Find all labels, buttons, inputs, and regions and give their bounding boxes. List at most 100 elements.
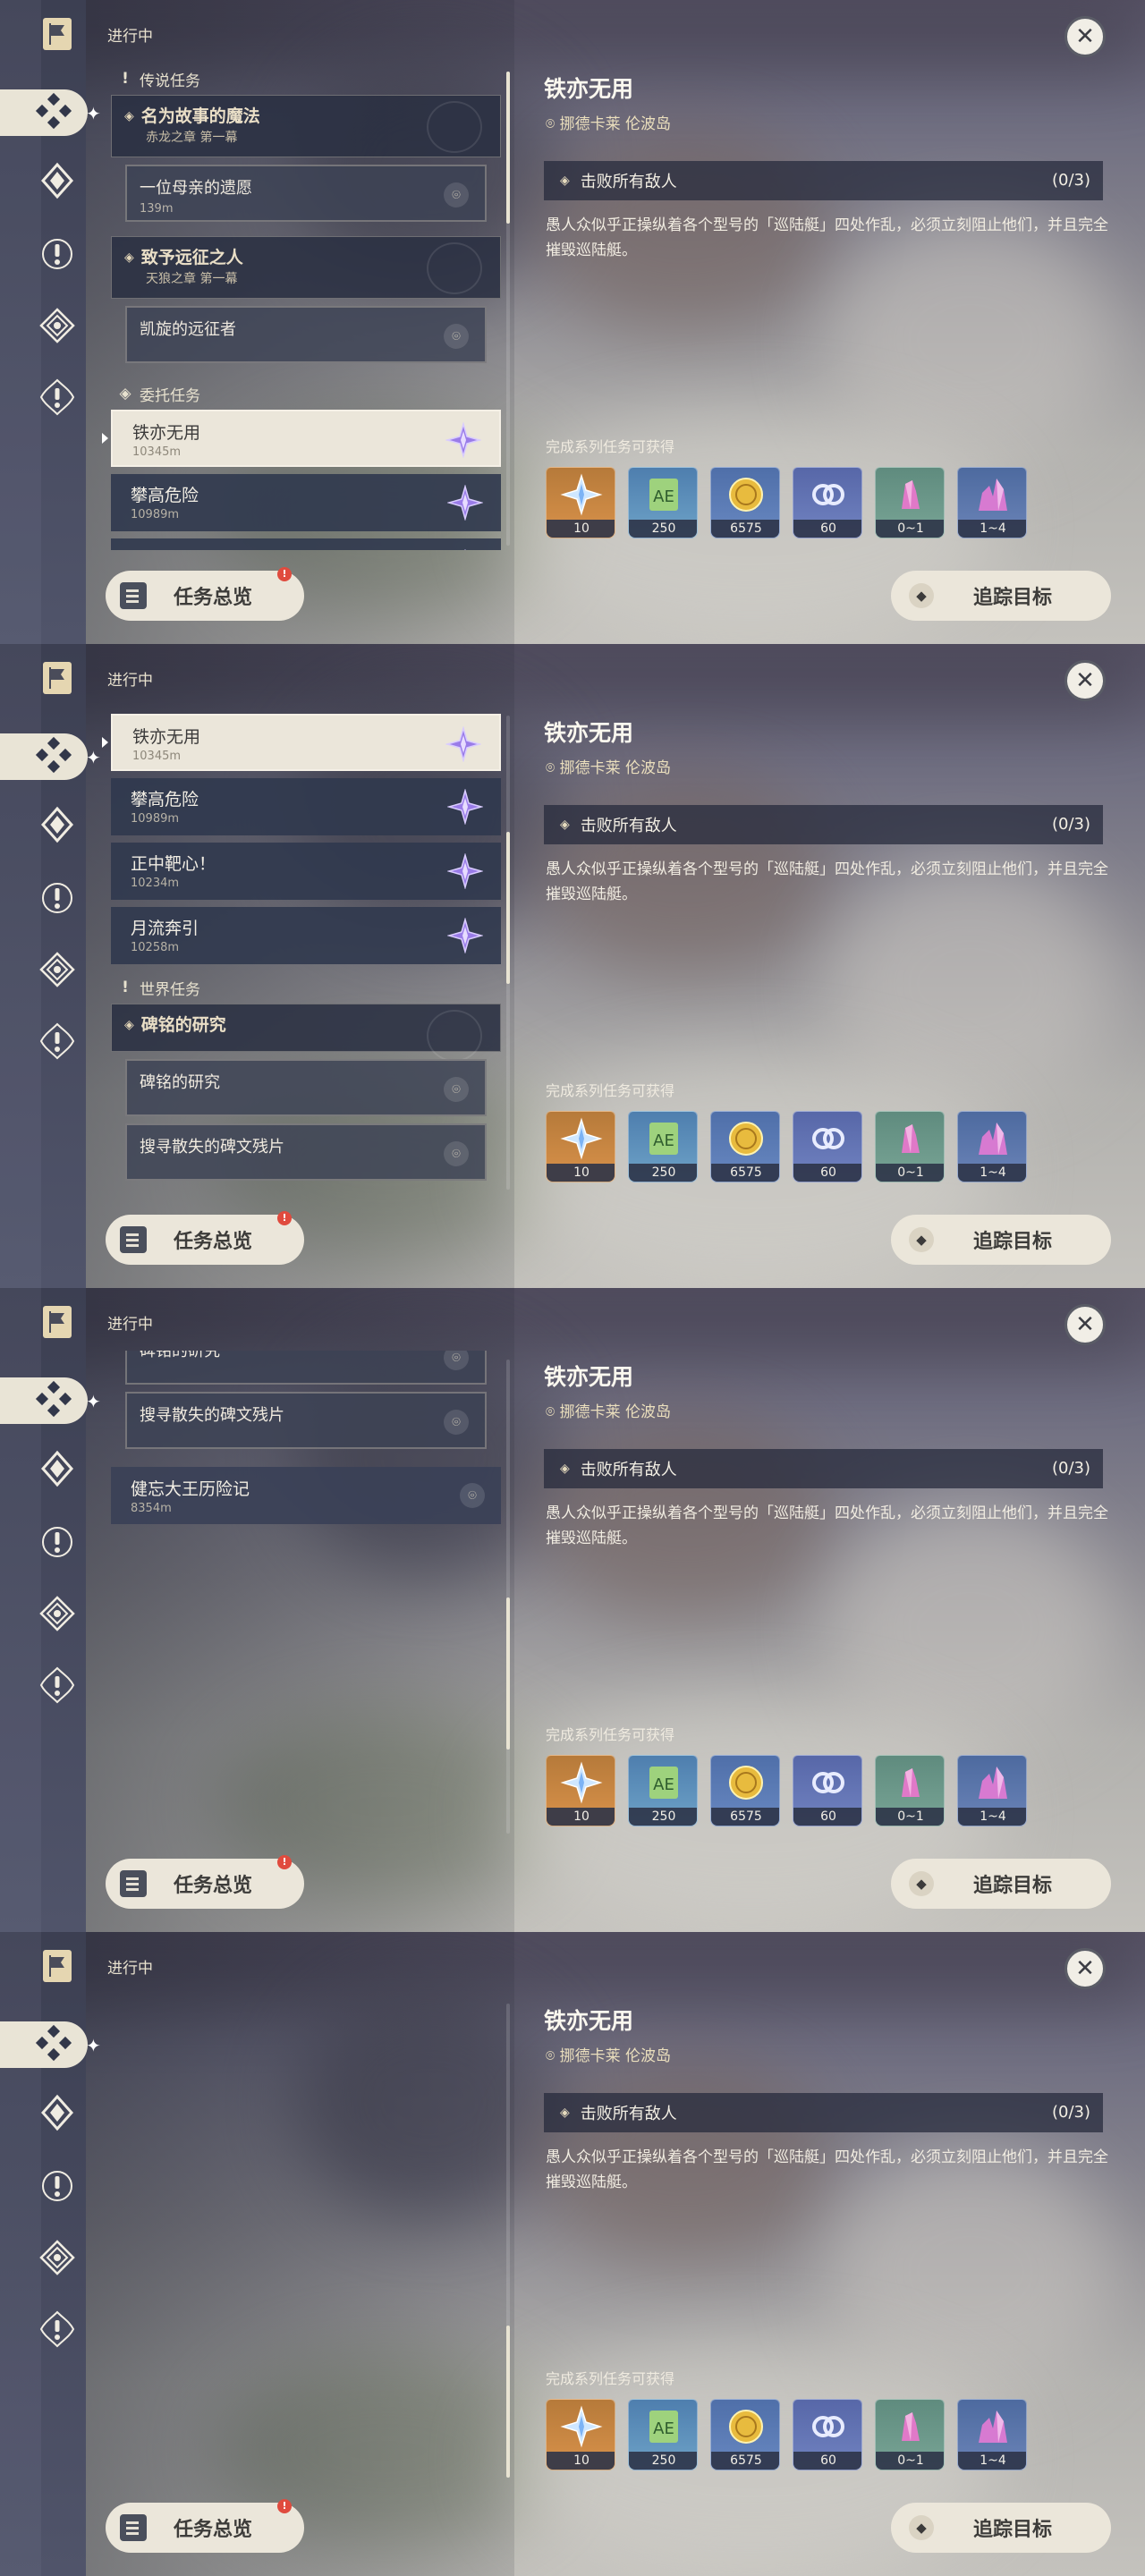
commission-item[interactable]: 铁亦无用 10345m (102, 714, 501, 771)
commission-item[interactable]: 月流奔引 10258m (111, 907, 501, 964)
status-label: 进行中 (107, 1960, 153, 1978)
commission-item[interactable]: 攀高危险 10989m (111, 778, 501, 835)
world-quest-card[interactable]: 碑铭的研究 (111, 1004, 501, 1062)
quest-list-scrollbar[interactable] (506, 72, 510, 546)
tab-commissions[interactable] (36, 306, 79, 349)
reward-item[interactable]: 0~1 (875, 1111, 945, 1182)
commission-item[interactable]: 铁亦无用 10345m (102, 410, 501, 467)
reward-item[interactable]: 10 (546, 1111, 615, 1182)
commission-item[interactable]: 攀高危险 10989m (111, 474, 501, 531)
track-objective-button[interactable]: ◆ 追踪目标 (891, 1859, 1111, 1909)
location-pin-icon[interactable]: ⌾ (444, 1410, 469, 1435)
quest-list-scrollbar[interactable] (506, 1360, 510, 1834)
reward-item[interactable]: 6575 (710, 1111, 780, 1182)
tab-world-quests[interactable] (36, 1665, 79, 1708)
commission-star-icon (446, 788, 484, 826)
friendship-exp-icon (793, 2400, 861, 2453)
quest-overview-button[interactable]: 任务总览! (106, 567, 304, 621)
reward-item[interactable]: AE 250 (628, 467, 698, 538)
reward-item[interactable]: 0~1 (875, 467, 945, 538)
reward-item[interactable]: 6575 (710, 2399, 780, 2470)
quest-overview-button[interactable]: 任务总览! (106, 1211, 304, 1265)
quest-list-scrollbar[interactable] (506, 2004, 510, 2478)
world-quest-item[interactable]: 健忘大王历险记 8354m ⌾ (111, 1467, 501, 1524)
reward-item[interactable]: 10 (546, 1755, 615, 1826)
close-icon[interactable]: ✕ (1064, 1948, 1106, 1989)
tab-world-quests[interactable] (36, 1021, 79, 1064)
reward-item[interactable]: 6575 (710, 1755, 780, 1826)
reward-item[interactable]: 60 (793, 1111, 862, 1182)
reward-item[interactable]: 1~4 (957, 1111, 1027, 1182)
quest-flag-icon[interactable] (36, 1945, 79, 1987)
quest-flag-icon[interactable] (36, 13, 79, 55)
quest-overview-button[interactable]: 任务总览! (106, 2499, 304, 2553)
tab-story-quests[interactable] (36, 878, 79, 921)
reward-item[interactable]: AE 250 (628, 1755, 698, 1826)
reward-item[interactable]: 0~1 (875, 2399, 945, 2470)
reward-item[interactable]: 10 (546, 467, 615, 538)
quest-flag-icon[interactable] (36, 1301, 79, 1343)
tab-legend-quests[interactable] (36, 1449, 79, 1492)
legend-quest-card[interactable]: 致予远征之人天狼之章 第一幕 (111, 236, 501, 299)
close-icon[interactable]: ✕ (1064, 660, 1106, 701)
reward-item[interactable]: 1~4 (957, 2399, 1027, 2470)
step-title: 一位母亲的遗愿 (140, 179, 252, 198)
quest-step-item[interactable]: 碑铭的研究 ⌾ (125, 1351, 487, 1385)
tab-legend-quests[interactable] (36, 2093, 79, 2136)
location-pin-icon[interactable]: ⌾ (444, 1141, 469, 1166)
reward-item[interactable]: 10 (546, 2399, 615, 2470)
quest-list[interactable]: !传说任务名为故事的魔法赤龙之章 第一幕一位母亲的遗愿139m⌾致予远征之人天狼… (100, 1995, 510, 2482)
commission-item[interactable]: 正中靶心！10234m (111, 538, 501, 550)
tab-all-quests[interactable] (0, 1377, 88, 1424)
reward-item[interactable]: 1~4 (957, 467, 1027, 538)
quest-step-item[interactable]: 碑铭的研究 ⌾ (125, 1059, 487, 1116)
track-objective-button[interactable]: ◆ 追踪目标 (891, 571, 1111, 621)
tab-commissions[interactable] (36, 1594, 79, 1637)
reward-item[interactable]: 6575 (710, 467, 780, 538)
tab-story-quests[interactable] (36, 1522, 79, 1565)
tab-all-quests[interactable] (0, 733, 88, 780)
quest-list[interactable]: !传说任务名为故事的魔法赤龙之章 第一幕一位母亲的遗愿139m⌾致予远征之人天狼… (100, 1351, 510, 1838)
reward-item[interactable]: 60 (793, 2399, 862, 2470)
tab-commissions[interactable] (36, 950, 79, 993)
quest-list[interactable]: !传说任务名为故事的魔法赤龙之章 第一幕一位母亲的遗愿139m⌾致予远征之人天狼… (100, 707, 510, 1194)
quest-step-item[interactable]: 搜寻散失的碑文残片 ⌾ (125, 1123, 487, 1181)
track-objective-button[interactable]: ◆ 追踪目标 (891, 2503, 1111, 2553)
track-objective-button[interactable]: ◆ 追踪目标 (891, 1215, 1111, 1265)
quest-step-item[interactable]: 凯旋的远征者 ⌾ (125, 306, 487, 363)
commission-item[interactable]: 正中靶心！10234m (111, 843, 501, 900)
close-icon[interactable]: ✕ (1064, 16, 1106, 57)
reward-count: 250 (629, 2452, 697, 2470)
reward-item[interactable]: 60 (793, 1755, 862, 1826)
quest-flag-icon[interactable] (36, 657, 79, 699)
location-pin-icon[interactable]: ⌾ (460, 1483, 485, 1508)
tab-all-quests[interactable] (0, 89, 88, 136)
reward-item[interactable]: 60 (793, 467, 862, 538)
primogem-icon (547, 1756, 615, 1809)
track-diamond-icon: ◆ (909, 583, 934, 608)
tab-world-quests[interactable] (36, 377, 79, 420)
location-pin-icon[interactable]: ⌾ (444, 182, 469, 208)
tab-world-quests[interactable] (36, 2309, 79, 2352)
reward-item[interactable]: 1~4 (957, 1755, 1027, 1826)
reward-item[interactable]: AE 250 (628, 2399, 698, 2470)
quest-step-item[interactable]: 搜寻散失的碑文残片 ⌾ (125, 1392, 487, 1449)
legend-quest-icon (38, 805, 77, 848)
location-pin-icon[interactable]: ⌾ (444, 1077, 469, 1102)
close-icon[interactable]: ✕ (1064, 1304, 1106, 1345)
tab-story-quests[interactable] (36, 2166, 79, 2209)
quest-list-scrollbar[interactable] (506, 716, 510, 1190)
reward-item[interactable]: AE 250 (628, 1111, 698, 1182)
reward-item[interactable]: 0~1 (875, 1755, 945, 1826)
quest-overview-button[interactable]: 任务总览! (106, 1855, 304, 1909)
tab-legend-quests[interactable] (36, 161, 79, 204)
legend-quest-card[interactable]: 名为故事的魔法赤龙之章 第一幕 (111, 95, 501, 157)
tab-story-quests[interactable] (36, 234, 79, 277)
location-pin-icon[interactable]: ⌾ (444, 324, 469, 349)
quest-step-item[interactable]: 一位母亲的遗愿 139m ⌾ (125, 165, 487, 222)
tab-legend-quests[interactable] (36, 805, 79, 848)
location-pin-icon[interactable]: ⌾ (444, 1351, 469, 1370)
tab-all-quests[interactable] (0, 2021, 88, 2068)
quest-list[interactable]: !传说任务名为故事的魔法赤龙之章 第一幕一位母亲的遗愿139m⌾致予远征之人天狼… (100, 63, 510, 550)
tab-commissions[interactable] (36, 2238, 79, 2281)
